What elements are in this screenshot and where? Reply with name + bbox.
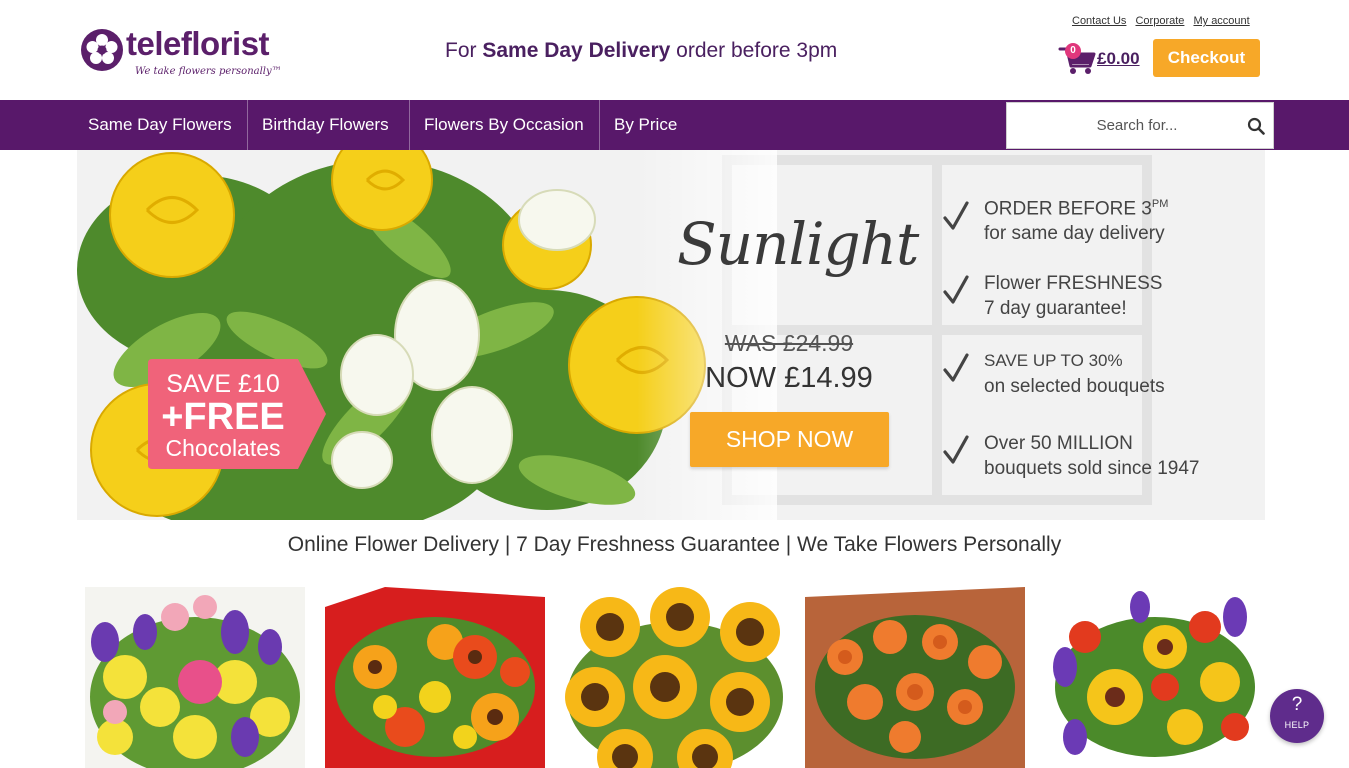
- promo-prefix: For: [445, 39, 483, 62]
- nav-flowers-by-occasion[interactable]: Flowers By Occasion: [424, 100, 584, 150]
- logo-tagline: We take flowers personally™: [135, 66, 282, 77]
- nav-same-day-flowers[interactable]: Same Day Flowers: [88, 100, 232, 150]
- checkmark-icon: [943, 353, 969, 382]
- sunflower-bouquet-image: [565, 587, 785, 768]
- nav-divider: [599, 100, 600, 150]
- corporate-link[interactable]: Corporate: [1135, 15, 1184, 27]
- hero-banner[interactable]: SAVE £10 +FREE Chocolates Sunlight WAS £…: [77, 150, 1265, 520]
- site-header: teleflorist We take flowers personally™ …: [0, 0, 1349, 100]
- magnifier-icon[interactable]: [1247, 117, 1265, 135]
- search-input[interactable]: [1007, 103, 1237, 148]
- help-label: HELP: [1284, 720, 1310, 730]
- promo-highlight: Same Day Delivery: [482, 39, 671, 62]
- usp-line: Over 50 MILLION: [984, 433, 1133, 454]
- checkmark-icon: [943, 201, 969, 230]
- flower-logo-icon: [81, 29, 123, 71]
- nav-birthday-flowers[interactable]: Birthday Flowers: [262, 100, 389, 150]
- logo-wordmark: teleflorist: [126, 25, 270, 62]
- product-card[interactable]: [1045, 587, 1265, 768]
- product-card[interactable]: [565, 587, 785, 768]
- purple-yellow-red-mixed-bouquet-image: [1045, 587, 1265, 768]
- same-day-promo: For Same Day Delivery order before 3pm: [445, 39, 837, 63]
- checkout-button[interactable]: Checkout: [1153, 39, 1260, 77]
- save-badge-amount: SAVE £10: [166, 370, 280, 398]
- nav-by-price[interactable]: By Price: [614, 100, 677, 150]
- mixed-pink-purple-yellow-bouquet-image: [85, 587, 305, 768]
- search-box: [1006, 102, 1274, 149]
- product-card[interactable]: [805, 587, 1025, 768]
- question-mark-icon: ?: [1291, 694, 1303, 715]
- usp-line: 7 day guarantee!: [984, 298, 1127, 319]
- usp-line: on selected bouquets: [984, 376, 1165, 397]
- promo-suffix: order before 3pm: [670, 39, 838, 62]
- help-button[interactable]: ? HELP: [1270, 689, 1324, 743]
- save-badge-chocolates: Chocolates: [165, 435, 281, 461]
- now-price: NOW £14.99: [705, 362, 873, 394]
- save-badge-free: +FREE: [161, 396, 285, 438]
- nav-divider: [409, 100, 410, 150]
- usp-line: for same day delivery: [984, 223, 1165, 244]
- teleflorist-logo[interactable]: teleflorist We take flowers personally™: [79, 25, 282, 83]
- product-card[interactable]: [85, 587, 305, 768]
- usp-same-day: ORDER BEFORE 3PM for same day delivery: [942, 198, 1242, 250]
- shop-now-button[interactable]: SHOP NOW: [690, 412, 889, 467]
- top-links: Contact Us Corporate My account: [1072, 15, 1256, 27]
- site-tagline: Online Flower Delivery | 7 Day Freshness…: [287, 533, 1062, 556]
- checkmark-icon: [943, 435, 969, 464]
- cart-count-badge: 0: [1065, 43, 1081, 59]
- checkmark-icon: [943, 275, 969, 304]
- usp-line: Flower FRESHNESS: [984, 273, 1163, 294]
- my-account-link[interactable]: My account: [1193, 15, 1249, 27]
- usp-save-30: SAVE UP TO 30% on selected bouquets: [942, 350, 1242, 402]
- cart-total-link[interactable]: £0.00: [1097, 49, 1140, 69]
- was-price: WAS £24.99: [724, 330, 854, 356]
- usp-freshness: Flower FRESHNESS 7 day guarantee!: [942, 272, 1242, 324]
- usp-line: ORDER BEFORE 3PM: [984, 198, 1169, 220]
- usp-line: SAVE UP TO 30%: [984, 351, 1123, 370]
- product-title: Sunlight: [677, 210, 919, 278]
- nav-divider: [247, 100, 248, 150]
- usp-line: bouquets sold since 1947: [984, 458, 1200, 479]
- orange-roses-bouquet-image: [805, 587, 1025, 768]
- contact-us-link[interactable]: Contact Us: [1072, 15, 1126, 27]
- product-card[interactable]: [325, 587, 545, 768]
- orange-red-gerbera-bouquet-image: [325, 587, 545, 768]
- usp-50-million: Over 50 MILLION bouquets sold since 1947: [942, 432, 1242, 484]
